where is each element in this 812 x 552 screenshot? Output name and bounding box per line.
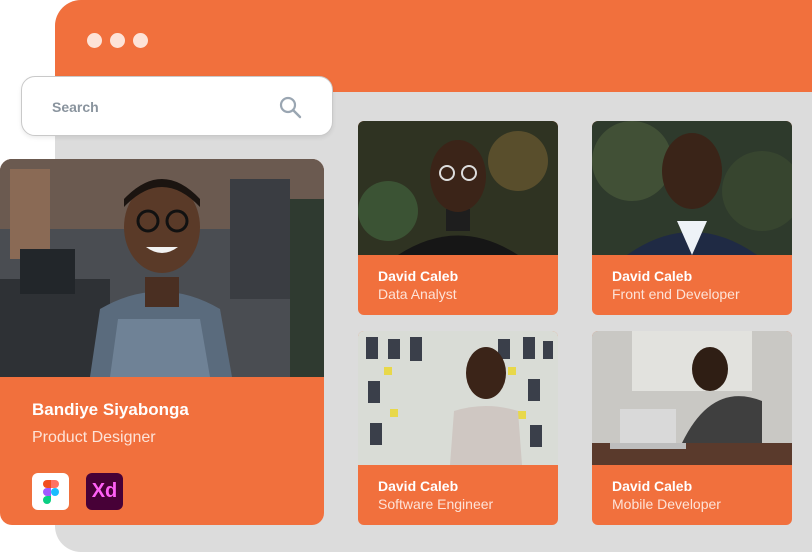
- profile-card[interactable]: David Caleb Software Engineer: [358, 331, 558, 525]
- profile-photo: [592, 331, 792, 465]
- window-dot[interactable]: [110, 33, 125, 48]
- window-dot[interactable]: [87, 33, 102, 48]
- profile-name: David Caleb: [612, 268, 693, 284]
- profile-role: Data Analyst: [378, 286, 457, 302]
- profile-photo: [592, 121, 792, 255]
- profile-card[interactable]: David Caleb Mobile Developer: [592, 331, 792, 525]
- profile-role: Front end Developer: [612, 286, 740, 302]
- profile-card[interactable]: David Caleb Data Analyst: [358, 121, 558, 315]
- featured-profile-card[interactable]: Bandiye Siyabonga Product Designer Xd: [0, 159, 324, 525]
- profile-photo: [0, 159, 324, 377]
- profile-role: Software Engineer: [378, 496, 494, 512]
- profile-name: David Caleb: [612, 478, 693, 494]
- profile-card[interactable]: David Caleb Front end Developer: [592, 121, 792, 315]
- search-input[interactable]: [50, 95, 274, 119]
- featured-name: Bandiye Siyabonga: [32, 400, 189, 419]
- search-icon[interactable]: [278, 95, 302, 119]
- featured-role: Product Designer: [32, 429, 156, 446]
- profile-name: David Caleb: [378, 268, 459, 284]
- adobe-xd-icon[interactable]: Xd: [86, 473, 123, 510]
- profile-role: Mobile Developer: [612, 496, 721, 512]
- profile-name: David Caleb: [378, 478, 459, 494]
- profile-photo: [358, 121, 558, 255]
- xd-label: Xd: [91, 480, 118, 502]
- search-bar[interactable]: [21, 76, 333, 136]
- figma-icon[interactable]: [32, 473, 69, 510]
- window-dot[interactable]: [133, 33, 148, 48]
- profile-photo: [358, 331, 558, 465]
